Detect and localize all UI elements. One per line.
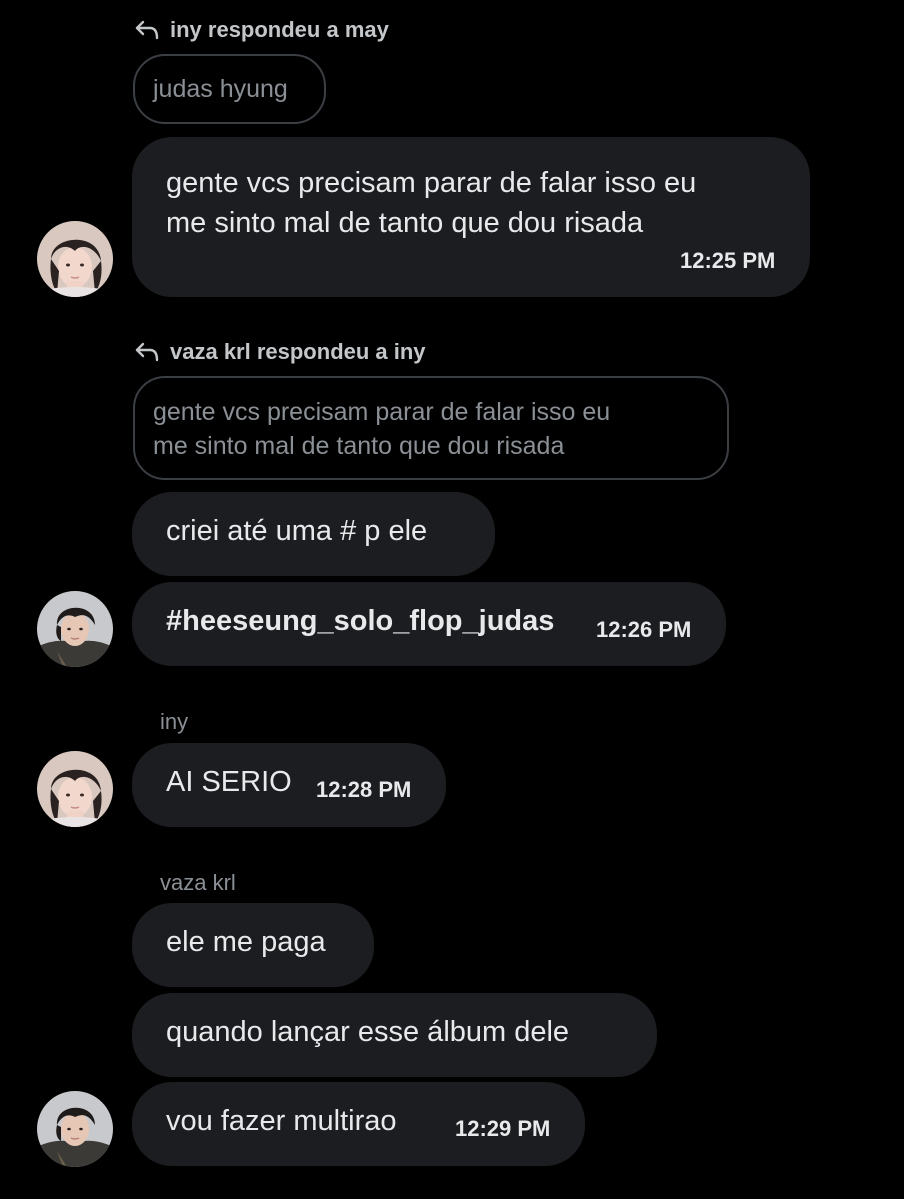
sender-name: vaza krl: [160, 870, 236, 895]
message-bubble[interactable]: criei até uma # p ele: [132, 492, 495, 576]
avatar-iny: [37, 751, 113, 827]
message-bubble[interactable]: ele me paga: [132, 903, 374, 987]
avatar[interactable]: [37, 1091, 113, 1167]
reply-arrow-icon: [134, 341, 160, 363]
avatar[interactable]: [37, 591, 113, 667]
message-timestamp: 12:28 PM: [316, 777, 412, 802]
reply-header: iny respondeu a may: [134, 17, 389, 43]
avatar[interactable]: [37, 221, 113, 297]
sender-name: iny: [160, 709, 189, 734]
avatar[interactable]: [37, 751, 113, 827]
quoted-text-line: gente vcs precisam parar de falar isso e…: [153, 398, 611, 426]
message-bubble[interactable]: quando lançar esse álbum dele: [132, 993, 657, 1077]
message-text: ele me paga: [166, 926, 326, 958]
message-text-line: me sinto mal de tanto que dou risada: [166, 207, 644, 239]
message-timestamp: 12:29 PM: [455, 1116, 551, 1141]
avatar-vaza-krl: [37, 591, 113, 667]
message-text: quando lançar esse álbum dele: [166, 1016, 570, 1048]
message-text: criei até uma # p ele: [166, 515, 428, 547]
reply-header-text: vaza krl respondeu a iny: [170, 339, 426, 364]
avatar-vaza-krl: [37, 1091, 113, 1167]
quoted-text: judas hyung: [153, 75, 288, 103]
reply-arrow-icon: [134, 19, 160, 41]
message-timestamp: 12:25 PM: [680, 248, 776, 273]
message-text-line: gente vcs precisam parar de falar isso e…: [166, 167, 697, 199]
message-text: AI SERIO: [166, 766, 292, 798]
reply-header-text: iny respondeu a may: [170, 17, 389, 42]
message-timestamp: 12:26 PM: [596, 617, 692, 642]
avatar-iny: [37, 221, 113, 297]
quoted-message[interactable]: judas hyung: [133, 54, 326, 124]
quoted-message[interactable]: gente vcs precisam parar de falar isso e…: [133, 376, 729, 480]
quoted-text-line: me sinto mal de tanto que dou risada: [153, 432, 565, 460]
message-text: vou fazer multirao: [166, 1105, 397, 1137]
reply-header: vaza krl respondeu a iny: [134, 339, 426, 365]
message-text: #heeseung_solo_flop_judas: [166, 605, 555, 637]
